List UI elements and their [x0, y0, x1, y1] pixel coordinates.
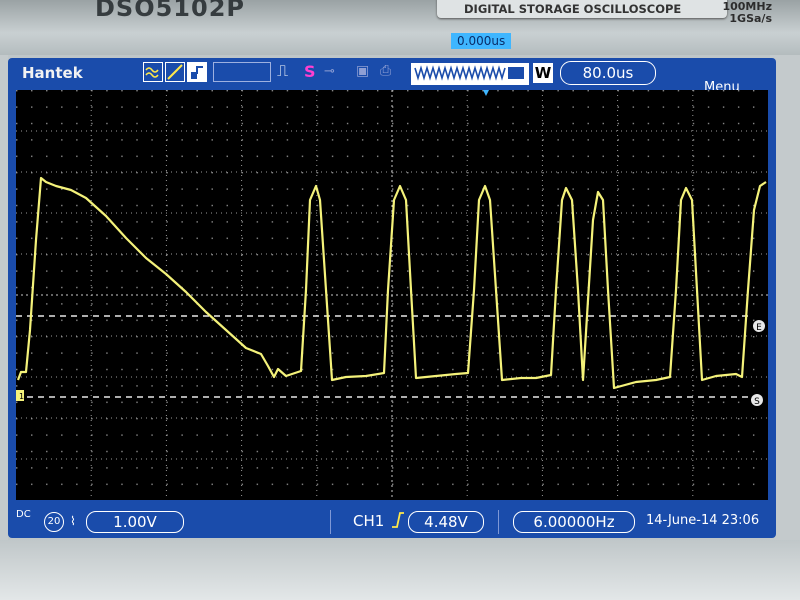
- waveform-display: E S 1: [16, 90, 768, 500]
- single-mode-label: S: [304, 62, 316, 81]
- model-label: DSO5102P: [95, 0, 245, 22]
- key-icon: ⊸: [324, 64, 335, 79]
- trigger-edge-icon: ⎍: [277, 61, 289, 80]
- window-badge: W: [533, 63, 553, 83]
- status-box: [213, 62, 271, 82]
- trigger-position-readout: 0.000us: [451, 33, 512, 49]
- status-topbar: Hantek ⎍ S ⊸ ▣ ⎙ W 80.0us Menu: [8, 60, 776, 95]
- divider: [498, 510, 499, 534]
- trigger-channel: CH1: [353, 512, 385, 530]
- s-marker-label: S: [754, 397, 760, 407]
- bezel-bottom: [0, 540, 800, 600]
- coupling-label: DC: [16, 509, 31, 520]
- bezel-left: [0, 55, 8, 600]
- divider: [330, 510, 331, 534]
- timebase-readout[interactable]: 80.0us: [560, 61, 656, 85]
- coupling-icon: ⌇: [70, 514, 76, 528]
- ramp-icon[interactable]: [165, 62, 185, 82]
- ch1-volts-div[interactable]: 1.00V: [86, 511, 184, 533]
- device-title: DIGITAL STORAGE OSCILLOSCOPE: [464, 2, 682, 16]
- trigger-level-readout[interactable]: 4.48V: [408, 511, 484, 533]
- square-icon[interactable]: [187, 62, 207, 82]
- trigger-level-marker-label: E: [756, 323, 762, 333]
- ch1-ground-marker-label: 1: [19, 392, 24, 401]
- spec-rate: 1GSa/s: [729, 12, 772, 25]
- datetime-label: 14-June-14 23:06: [646, 513, 760, 528]
- print-icon: ⎙: [380, 63, 392, 79]
- device-bezel-top: DSO5102P DIGITAL STORAGE OSCILLOSCOPE 10…: [0, 0, 800, 55]
- wave-icon[interactable]: [143, 62, 163, 82]
- rising-edge-icon: [391, 511, 405, 531]
- frequency-readout: 6.00000Hz: [513, 511, 635, 533]
- bandwidth-limit-badge: 20: [44, 512, 64, 532]
- memory-depth-bar[interactable]: [411, 63, 529, 85]
- brand-label: Hantek: [22, 64, 83, 82]
- waveform-svg: E S 1: [16, 90, 768, 500]
- status-bottombar: DC 20 ⌇ 1.00V CH1 4.48V 6.00000Hz 14-Jun…: [8, 508, 776, 536]
- disk-icon: ▣: [356, 63, 370, 79]
